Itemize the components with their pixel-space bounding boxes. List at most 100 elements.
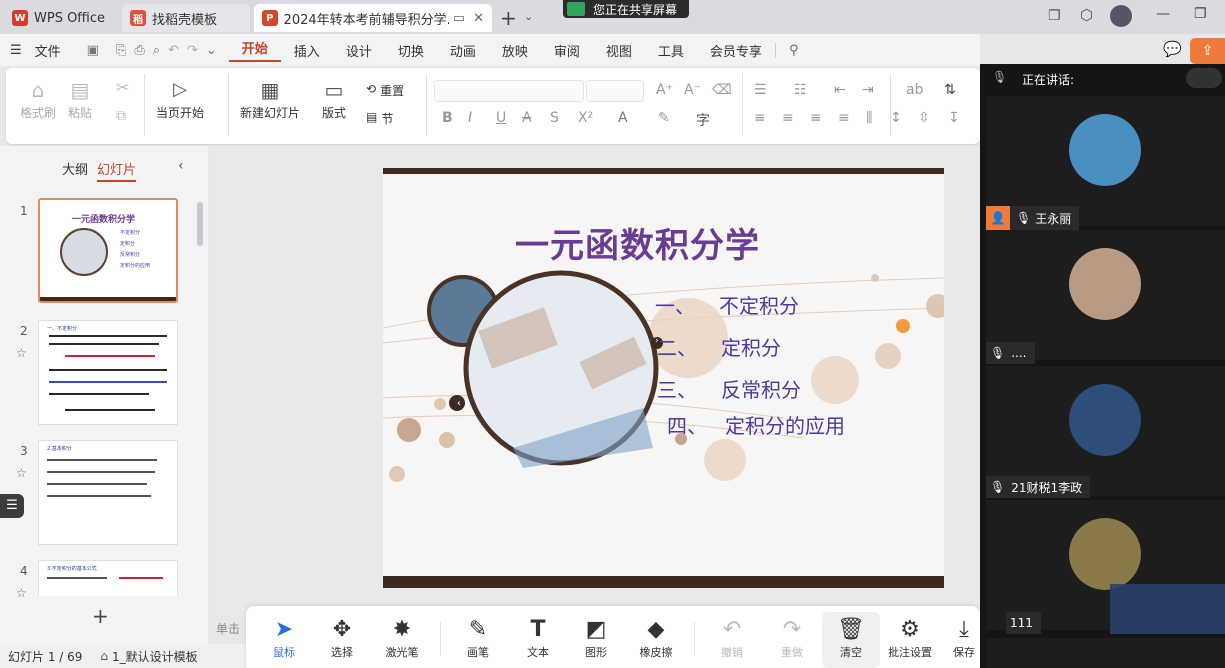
monitor-icon[interactable]: ▭ [453,11,465,26]
slide-thumbnail-1[interactable]: 一元函数积分学 不定积分 定积分 反常积分 定积分的应用 [38,198,178,303]
add-slide-icon[interactable]: + [92,604,109,628]
underline-icon[interactable]: U [496,110,506,126]
window-restore-icon[interactable]: ❐ [1048,8,1061,24]
paragraph-spacing-icon[interactable]: ⇳ [918,110,930,126]
align-right-icon[interactable]: ≡ [810,110,822,126]
font-name-select[interactable] [434,80,584,102]
format-painter-button[interactable]: ⌂ 格式刷 [20,78,56,121]
line-spacing-icon[interactable]: ↕ [890,110,902,126]
export-icon[interactable]: ⎘ [112,43,130,58]
new-slide-button[interactable]: ▦ 新建幻灯片 [240,78,300,121]
star-icon[interactable]: ☆ [16,466,27,480]
menu-file[interactable]: 文件 [35,41,74,60]
italic-icon[interactable]: I [468,110,472,126]
new-tab-icon[interactable]: + [500,6,517,30]
menu-review[interactable]: 审阅 [541,41,593,60]
shrink-font-icon[interactable]: A⁻ [684,82,701,98]
undo-icon[interactable]: ↶ [164,43,183,58]
menu-transition[interactable]: 切换 [385,41,437,60]
list-toggle-icon[interactable]: ☰ [0,494,24,518]
cut-icon[interactable]: ✂ [116,78,129,97]
share-banner[interactable]: 您正在共享屏幕 [563,0,689,18]
maximize-icon[interactable]: ❐ [1194,6,1207,22]
menu-home[interactable]: 开始 [228,38,281,62]
star-icon[interactable]: ☆ [16,586,27,600]
menu-member[interactable]: 会员专享 [697,41,775,60]
tool-shape[interactable]: ◩ 图形 [570,616,622,660]
save-icon[interactable]: ▣ [74,43,112,58]
tool-undo[interactable]: ↶ 撤销 [706,616,758,660]
slide-thumbnail-3[interactable]: 2.基本积分 [38,440,178,545]
tool-save[interactable]: ⤓ 保存 [944,616,984,660]
slide[interactable]: ‹ › 一元函数积分学 一、 不定积分 二、 定积分 三、 反常积分 四、 定积分的应用 [383,168,944,588]
close-tab-icon[interactable]: ✕ [473,11,484,26]
font-color-icon[interactable]: A [618,110,628,126]
reset-button[interactable]: ⟲ 重置 [366,82,404,99]
slide-thumbnail-2[interactable]: 一、不定积分 [38,320,178,425]
strikethrough-icon[interactable]: A [522,110,532,126]
notes-hint[interactable]: 单击 [216,620,240,637]
chevron-down-icon[interactable]: ⌄ [524,10,533,23]
minimize-icon[interactable]: — [1156,6,1170,22]
menu-slideshow[interactable]: 放映 [489,41,541,60]
redo-icon[interactable]: ↷ [183,43,202,58]
menu-view[interactable]: 视图 [593,41,645,60]
tool-redo[interactable]: ↷ 重做 [766,616,818,660]
align-center-icon[interactable]: ≡ [782,110,794,126]
tool-settings[interactable]: ⚙ 批注设置 [884,616,936,660]
align-left-icon[interactable]: ≡ [754,110,766,126]
chat-icon[interactable]: 💬 [1163,40,1182,58]
clear-format-icon[interactable]: ⌫ [712,82,732,98]
slide-thumbnail-4[interactable]: 3.不定积分的基本公式 [38,560,178,596]
tab-outline[interactable]: 大纲 [62,159,88,178]
justify-icon[interactable]: ≡ [838,110,850,126]
bold-icon[interactable]: B [442,110,453,126]
more-icon[interactable]: ⌄ [202,43,229,58]
tool-eraser[interactable]: ◆ 橡皮擦 [630,616,682,660]
tab-template[interactable]: 稻 找稻壳模板 [122,4,250,32]
section-button[interactable]: ▤ 节 [366,110,393,127]
tool-clear[interactable]: 🗑 清空 [822,612,880,668]
numbering-icon[interactable]: ☷ [794,82,807,98]
tool-select[interactable]: ✥ 选择 [316,616,368,660]
tool-pointer[interactable]: ➤ 鼠标 [258,616,310,660]
menu-tools[interactable]: 工具 [645,41,697,60]
search-icon[interactable]: ⚲ [774,42,812,58]
distribute-icon[interactable]: ⫼ [866,110,872,126]
font-size-select[interactable] [586,80,644,102]
highlight-icon[interactable]: ✎ [658,110,670,126]
menu-insert[interactable]: 插入 [281,41,333,60]
collapse-panel-icon[interactable]: ‹ [178,158,184,174]
participant-tile[interactable] [986,638,1225,668]
tab-document[interactable]: P 2024年转本考前辅导积分学.p ▭ ✕ [254,4,492,32]
print-icon[interactable]: ⎙ [130,43,148,58]
print-preview-icon[interactable]: ⌕ [149,43,164,58]
phonetic-icon[interactable]: 字 [696,110,710,130]
template-name[interactable]: 1_默认设计模板 [112,648,198,665]
participant-tile[interactable] [986,230,1225,360]
copy-icon[interactable]: ⧉ [116,108,126,124]
chevron-left-icon[interactable]: ‹ [457,398,461,409]
menu-animation[interactable]: 动画 [437,41,489,60]
text-direction-icon[interactable]: ab [906,82,923,98]
superscript-icon[interactable]: X² [578,110,593,126]
hamburger-icon[interactable]: ☰ [0,43,35,58]
column-spacing-icon[interactable]: ↧ [948,110,960,126]
tool-laser[interactable]: ✸ 激光笔 [376,616,428,660]
bullets-icon[interactable]: ☰ [754,82,767,98]
play-from-current-button[interactable]: ▷ 当页开始 [156,78,204,121]
tool-pen[interactable]: ✎ 画笔 [452,616,504,660]
tab-slides[interactable]: 幻灯片 [97,159,137,182]
menu-design[interactable]: 设计 [333,41,385,60]
layout-button[interactable]: ▭ 版式 [322,78,346,121]
avatar[interactable] [1110,5,1132,27]
cube-icon[interactable]: ⬡ [1080,6,1093,24]
tab-wps-office[interactable]: W WPS Office [4,4,114,32]
tool-text[interactable]: T 文本 [512,616,564,660]
increase-indent-icon[interactable]: ⇥ [862,82,874,98]
sort-icon[interactable]: ⇅ [944,82,956,98]
share-icon[interactable]: ⇪ [1190,38,1225,64]
grow-font-icon[interactable]: A⁺ [656,82,673,98]
paste-button[interactable]: ▤ 粘贴 [68,78,92,121]
shadow-icon[interactable]: S [550,110,559,126]
